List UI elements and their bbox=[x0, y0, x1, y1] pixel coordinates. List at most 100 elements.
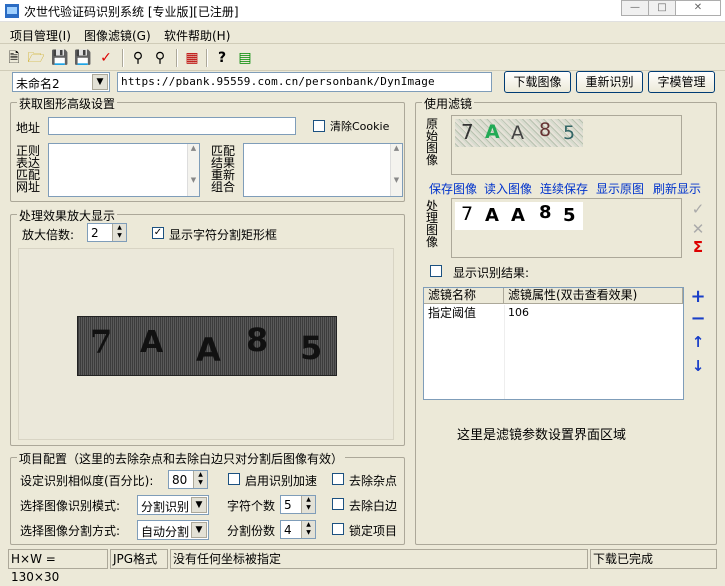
toolbar: 🗎 🗁 💾 💾 ✓ ⚲ ⚲ ▦ ? ▤ bbox=[0, 45, 725, 71]
show-original-link[interactable]: 显示原图 bbox=[596, 180, 644, 197]
move-up-icon[interactable]: ↑ bbox=[690, 333, 706, 351]
splitcount-label: 分割份数 bbox=[227, 524, 276, 538]
captcha-char: 7 bbox=[461, 203, 474, 225]
continuous-save-link[interactable]: 连续保存 bbox=[540, 180, 588, 197]
menu-project[interactable]: 项目管理(I) bbox=[10, 27, 71, 44]
move-down-icon[interactable]: ↓ bbox=[690, 357, 706, 375]
recognize-button[interactable]: 重新识别 bbox=[576, 71, 643, 93]
chart-icon[interactable]: ▤ bbox=[235, 49, 255, 67]
captcha-char: 7 bbox=[90, 323, 113, 361]
mode-label: 选择图像识别模式: bbox=[20, 499, 121, 513]
lock-checkbox[interactable] bbox=[332, 523, 344, 535]
remove-icon[interactable]: − bbox=[690, 308, 706, 329]
column-header-filter-name[interactable]: 滤镜名称 bbox=[424, 288, 504, 304]
clear-cookie-checkbox[interactable] bbox=[313, 120, 325, 132]
sum-icon[interactable]: Σ bbox=[690, 238, 706, 256]
captcha-char: A bbox=[511, 122, 524, 144]
show-rect-label: 显示字符分割矩形框 bbox=[169, 228, 278, 242]
title-bar: 次世代验证码识别系统 [专业版][已注册] — □ ✕ bbox=[0, 0, 725, 22]
split-label: 选择图像分割方式: bbox=[20, 524, 121, 538]
load-image-link[interactable]: 读入图像 bbox=[484, 180, 532, 197]
regex-textarea[interactable]: ▲ ▼ bbox=[48, 143, 200, 197]
find-icon[interactable]: ⚲ bbox=[128, 49, 148, 67]
menu-filter[interactable]: 图像滤镜(G) bbox=[84, 27, 151, 44]
scrollbar[interactable]: ▲ ▼ bbox=[187, 144, 199, 196]
accel-label: 启用识别加速 bbox=[245, 474, 318, 488]
show-rect-checkbox[interactable]: ✓ bbox=[152, 227, 164, 239]
charcount-stepper[interactable]: 5 ▲ ▼ bbox=[280, 495, 316, 514]
url-input[interactable]: https://pbank.95559.com.cn/personbank/Dy… bbox=[117, 72, 492, 92]
processed-image-label: 处理图像 bbox=[426, 199, 439, 249]
font-manage-button[interactable]: 字模管理 bbox=[648, 71, 715, 93]
close-button[interactable]: ✕ bbox=[675, 0, 721, 16]
library-icon[interactable]: ▦ bbox=[182, 49, 202, 67]
mode-select[interactable]: 分割识别 ▼ bbox=[137, 495, 209, 515]
app-icon bbox=[5, 4, 19, 18]
captcha-char: 5 bbox=[563, 205, 576, 226]
add-icon[interactable]: + bbox=[690, 286, 706, 307]
captcha-char: 8 bbox=[539, 119, 552, 141]
charcount-label: 字符个数 bbox=[227, 499, 276, 513]
minimize-button[interactable]: — bbox=[621, 0, 649, 16]
project-select[interactable]: 未命名2 ▼ bbox=[12, 72, 110, 92]
table-cell-filter-value[interactable]: 106 bbox=[504, 305, 683, 321]
similarity-stepper[interactable]: 80 ▲ ▼ bbox=[168, 470, 208, 489]
accel-checkbox[interactable] bbox=[228, 473, 240, 485]
spin-arrows-icon[interactable]: ▲ ▼ bbox=[193, 471, 207, 488]
split-select[interactable]: 自动分割 ▼ bbox=[137, 520, 209, 540]
captcha-char: A bbox=[511, 205, 525, 226]
spin-arrows-icon[interactable]: ▲ ▼ bbox=[301, 496, 315, 513]
new-file-icon[interactable]: 🗎 bbox=[4, 49, 24, 67]
column-header-filter-props[interactable]: 滤镜属性(双击查看效果) bbox=[504, 288, 683, 304]
border-label: 去除白边 bbox=[349, 499, 398, 513]
captcha-char: 7 bbox=[461, 120, 474, 144]
maximize-icon: □ bbox=[657, 2, 667, 13]
download-button[interactable]: 下载图像 bbox=[504, 71, 571, 93]
close-icon: ✕ bbox=[693, 2, 703, 13]
address-input[interactable] bbox=[48, 117, 296, 135]
save-icon[interactable]: 💾 bbox=[50, 49, 70, 67]
minimize-icon: — bbox=[630, 2, 640, 13]
zoom-factor-stepper[interactable]: 2 ▲ ▼ bbox=[87, 223, 127, 242]
status-size: H×W = 130×30 bbox=[8, 549, 108, 584]
original-captcha-image: 7 A A 8 5 bbox=[455, 119, 583, 147]
captcha-char: 8 bbox=[539, 202, 552, 223]
show-result-checkbox[interactable] bbox=[430, 265, 442, 277]
original-image-frame: 7 A A 8 5 bbox=[451, 115, 682, 175]
filter-table[interactable]: 滤镜名称 滤镜属性(双击查看效果) 指定阈值 106 bbox=[423, 287, 684, 400]
spin-arrows-icon[interactable]: ▲ ▼ bbox=[112, 224, 126, 241]
chevron-down-icon: ▼ bbox=[92, 74, 108, 90]
status-coord: 没有任何坐标被指定 bbox=[170, 549, 588, 569]
captcha-char: 5 bbox=[563, 122, 576, 144]
help-icon[interactable]: ? bbox=[212, 49, 232, 67]
refresh-display-link[interactable]: 刷新显示 bbox=[653, 180, 701, 197]
check-icon[interactable]: ✓ bbox=[690, 200, 706, 218]
menu-bar: 项目管理(I) 图像滤镜(G) 软件帮助(H) bbox=[0, 24, 725, 44]
open-folder-icon[interactable]: 🗁 bbox=[26, 49, 46, 67]
status-format: JPG格式 bbox=[110, 549, 168, 569]
spin-arrows-icon[interactable]: ▲ ▼ bbox=[301, 521, 315, 538]
check-icon[interactable]: ✓ bbox=[96, 49, 116, 67]
filter-param-placeholder: 这里是滤镜参数设置界面区域 bbox=[457, 428, 627, 443]
original-image-label: 原始图像 bbox=[426, 117, 439, 167]
save-as-icon[interactable]: 💾 bbox=[73, 49, 93, 67]
delete-icon[interactable]: ✕ bbox=[690, 220, 706, 238]
show-result-label: 显示识别结果: bbox=[453, 266, 530, 280]
noise-checkbox[interactable] bbox=[332, 473, 344, 485]
menu-help[interactable]: 软件帮助(H) bbox=[164, 27, 230, 44]
maximize-button[interactable]: □ bbox=[648, 0, 676, 16]
match-label: 匹配结果重新组合 bbox=[211, 144, 236, 194]
border-checkbox[interactable] bbox=[332, 498, 344, 510]
save-image-link[interactable]: 保存图像 bbox=[429, 180, 477, 197]
table-cell-filter-name[interactable]: 指定阈值 bbox=[424, 305, 504, 321]
lock-label: 锁定项目 bbox=[349, 524, 398, 538]
chevron-down-icon: ▼ bbox=[191, 497, 207, 513]
scrollbar[interactable]: ▲ ▼ bbox=[390, 144, 402, 196]
status-state: 下载已完成 bbox=[590, 549, 717, 569]
zoomed-captcha-image: 7 A A 8 5 bbox=[77, 316, 337, 376]
splitcount-stepper[interactable]: 4 ▲ ▼ bbox=[280, 520, 316, 539]
regex-label: 正则表达匹配网址 bbox=[16, 144, 41, 194]
match-textarea[interactable]: ▲ ▼ bbox=[243, 143, 403, 197]
find-replace-icon[interactable]: ⚲ bbox=[150, 49, 170, 67]
clear-cookie-label: 清除Cookie bbox=[330, 120, 390, 133]
